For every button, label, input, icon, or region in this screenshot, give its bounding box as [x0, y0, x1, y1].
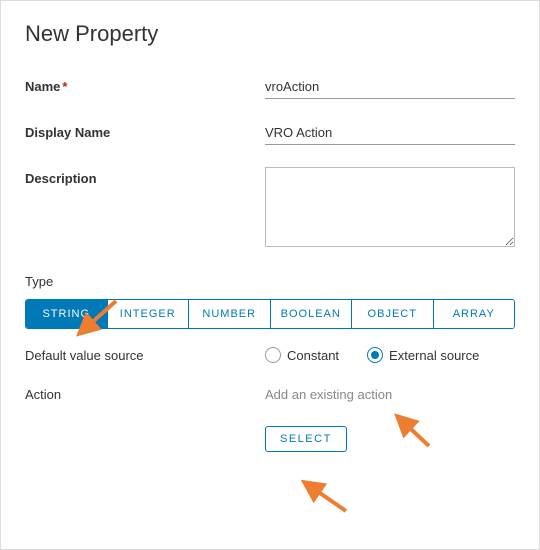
display-name-row: Display Name	[25, 121, 515, 145]
display-name-label: Display Name	[25, 121, 265, 140]
name-row: Name*	[25, 75, 515, 99]
description-input[interactable]	[265, 167, 515, 247]
action-hint: Add an existing action	[265, 387, 392, 402]
name-label: Name*	[25, 75, 265, 94]
description-label: Description	[25, 167, 265, 186]
radio-constant-circle	[265, 347, 281, 363]
name-input[interactable]	[265, 75, 515, 99]
action-row: Action Add an existing action	[25, 387, 515, 402]
action-label: Action	[25, 387, 265, 402]
type-tab-object[interactable]: OBJECT	[352, 300, 434, 328]
source-row: Default value source Constant External s…	[25, 347, 515, 363]
type-tab-string[interactable]: STRING	[26, 300, 108, 328]
radio-constant-label: Constant	[287, 348, 339, 363]
radio-external[interactable]: External source	[367, 347, 479, 363]
required-asterisk: *	[62, 79, 67, 94]
select-button[interactable]: SELECT	[265, 426, 347, 452]
type-tab-array[interactable]: ARRAY	[434, 300, 515, 328]
type-tabs: STRING INTEGER NUMBER BOOLEAN OBJECT ARR…	[25, 299, 515, 329]
display-name-input[interactable]	[265, 121, 515, 145]
annotation-arrow-icon	[296, 476, 351, 516]
type-tab-number[interactable]: NUMBER	[189, 300, 271, 328]
page-title: New Property	[25, 21, 515, 47]
description-row: Description	[25, 167, 515, 252]
type-tab-integer[interactable]: INTEGER	[108, 300, 190, 328]
type-tab-boolean[interactable]: BOOLEAN	[271, 300, 353, 328]
radio-constant[interactable]: Constant	[265, 347, 339, 363]
radio-external-label: External source	[389, 348, 479, 363]
annotation-arrow-icon	[389, 411, 439, 451]
source-label: Default value source	[25, 348, 265, 363]
radio-external-circle	[367, 347, 383, 363]
type-label: Type	[25, 274, 515, 289]
